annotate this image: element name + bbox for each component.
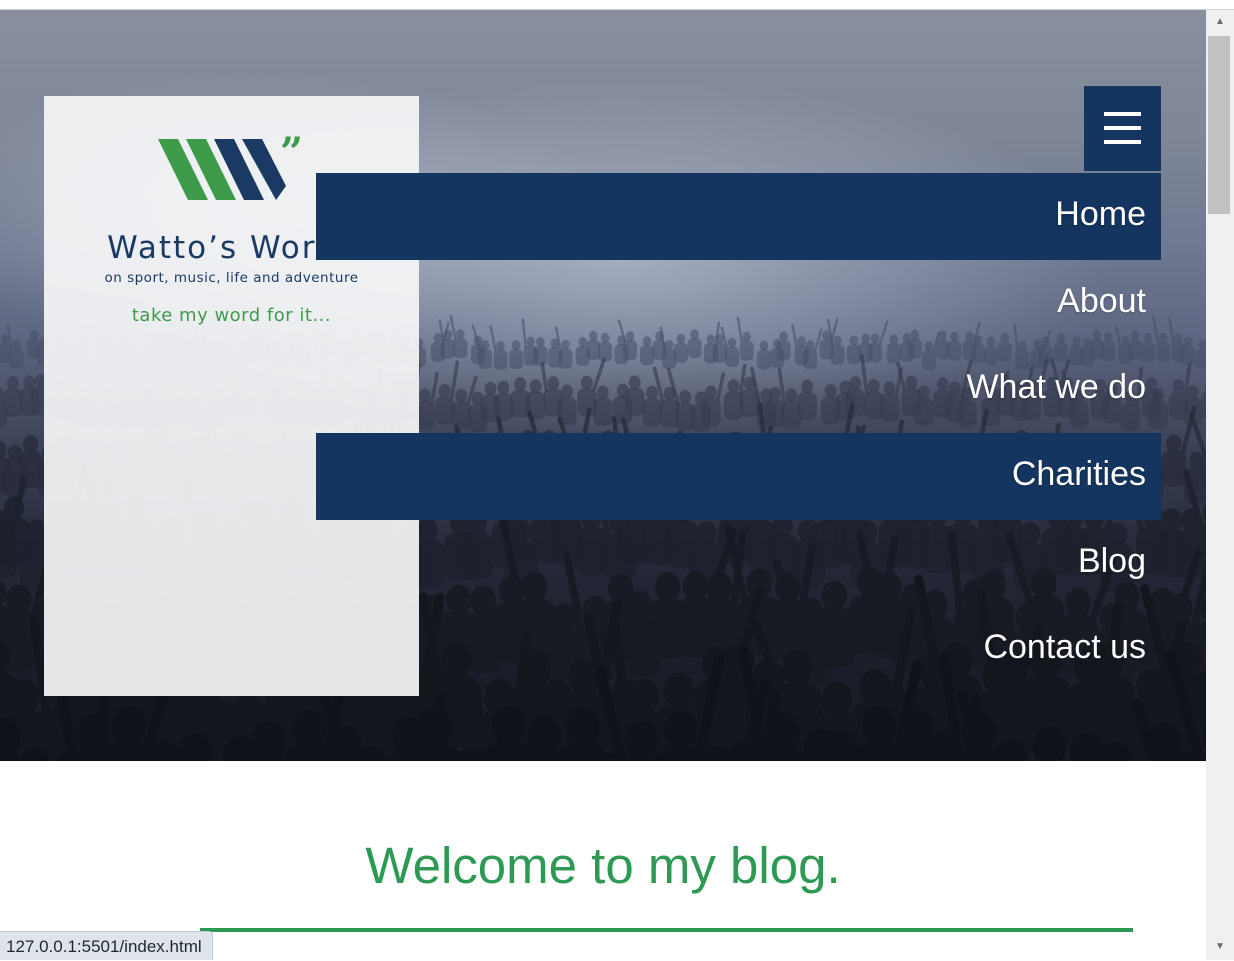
- hero-banner: ” Watto’s Words on sport, music, life an…: [0, 10, 1206, 761]
- nav-item-label: Home: [1055, 195, 1146, 234]
- nav-item-label: Contact us: [983, 628, 1146, 667]
- nav-item-charities[interactable]: Charities: [316, 433, 1161, 520]
- nav-item-blog[interactable]: Blog: [316, 520, 1161, 607]
- hamburger-bar: [1104, 112, 1141, 116]
- scrollbar-thumb[interactable]: [1208, 36, 1230, 214]
- nav-item-label: Blog: [1078, 542, 1146, 581]
- browser-top-edge: [0, 0, 1234, 10]
- nav-item-label: What we do: [966, 368, 1146, 407]
- nav-item-label: Charities: [1012, 455, 1146, 494]
- nav-item-home[interactable]: Home: [316, 173, 1161, 260]
- hamburger-menu-button[interactable]: [1084, 86, 1161, 171]
- nav-item-label: About: [1057, 282, 1146, 321]
- vertical-scrollbar[interactable]: ▲ ▼: [1206, 10, 1234, 960]
- heading-divider: [200, 928, 1133, 932]
- welcome-heading: Welcome to my blog.: [0, 836, 1206, 895]
- hamburger-bar: [1104, 140, 1141, 144]
- status-bar-url: 127.0.0.1:5501/index.html: [0, 931, 213, 960]
- watto-logo-icon: ”: [156, 136, 306, 204]
- nav-item-about[interactable]: About: [316, 260, 1161, 347]
- scroll-down-arrow-icon[interactable]: ▼: [1206, 937, 1234, 957]
- svg-text:”: ”: [280, 136, 303, 176]
- hamburger-bar: [1104, 126, 1141, 130]
- nav-item-contact-us[interactable]: Contact us: [316, 606, 1161, 693]
- nav-item-what-we-do[interactable]: What we do: [316, 346, 1161, 433]
- page-viewport: ” Watto’s Words on sport, music, life an…: [0, 0, 1206, 960]
- main-nav: Home About What we do Charities Blog Con…: [316, 173, 1161, 693]
- scroll-up-arrow-icon[interactable]: ▲: [1206, 12, 1234, 32]
